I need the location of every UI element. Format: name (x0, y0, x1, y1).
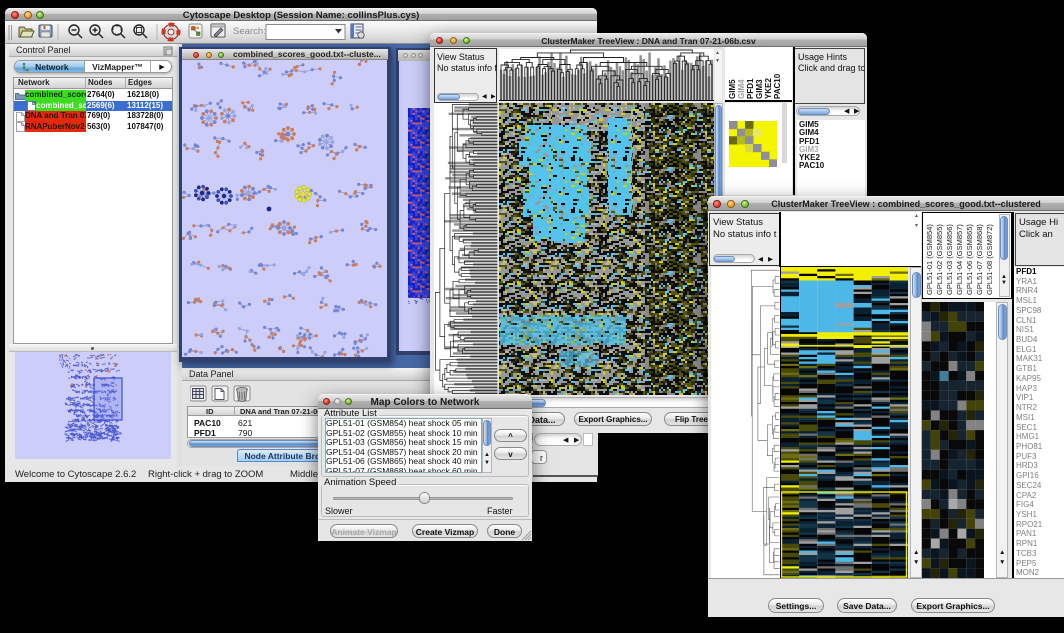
svg-text:GIM4: GIM4 (737, 79, 746, 99)
svg-text:YKE2: YKE2 (764, 78, 773, 99)
svg-text:GPL51-04 (GSM857): GPL51-04 (GSM857) (955, 224, 964, 295)
svg-text:GPL51-07 (GSM868): GPL51-07 (GSM868) (975, 224, 984, 295)
svg-text:PAC10: PAC10 (773, 73, 782, 99)
svg-text:GPL51-08 (GSM872): GPL51-08 (GSM872) (985, 224, 994, 295)
svg-text:GPL51-02 (GSM855): GPL51-02 (GSM855) (935, 224, 944, 295)
svg-text:Search:: Search: (233, 26, 266, 37)
svg-text:GPL51-06 (GSM865): GPL51-06 (GSM865) (965, 224, 974, 295)
svg-text:GPL51-01 (GSM854): GPL51-01 (GSM854) (925, 224, 934, 295)
svg-text:PFD1: PFD1 (746, 78, 755, 99)
svg-text:GPL51-03 (GSM856): GPL51-03 (GSM856) (945, 224, 954, 295)
svg-text:GIM3: GIM3 (755, 79, 764, 99)
svg-text:GIM5: GIM5 (728, 79, 737, 99)
